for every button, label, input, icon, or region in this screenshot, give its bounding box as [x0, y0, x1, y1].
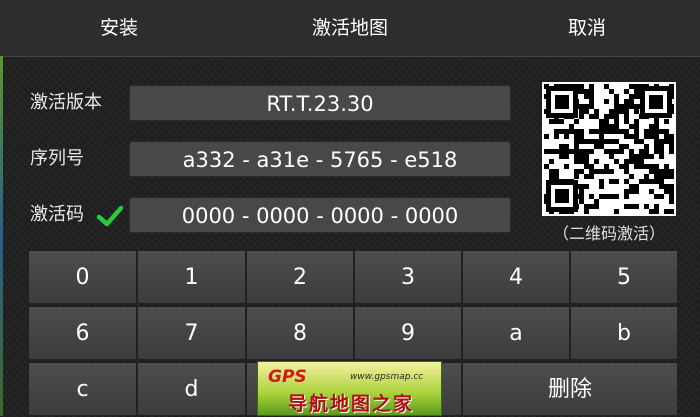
activation-code-field[interactable]: 0000 - 0000 - 0000 - 0000: [129, 197, 511, 233]
cancel-button[interactable]: 取消: [568, 0, 606, 56]
version-field: RT.T.23.30: [129, 85, 511, 121]
key-0[interactable]: 0: [28, 250, 137, 304]
key-d[interactable]: d: [137, 362, 246, 416]
key-b[interactable]: b: [570, 306, 678, 360]
banner-name: 导航地图之家: [287, 393, 414, 415]
key-5[interactable]: 5: [570, 250, 678, 304]
key-c[interactable]: c: [28, 362, 137, 416]
key-8[interactable]: 8: [246, 306, 354, 360]
top-bar: 安装 激活地图 取消: [0, 0, 700, 57]
serial-label: 序列号: [30, 148, 84, 169]
gpsmap-watermark-banner: GPS www.gpsmap.cc 导航地图之家: [257, 361, 442, 416]
window-edge: [0, 56, 3, 416]
qr-code-icon: [542, 82, 676, 216]
serial-field: a332 - a31e - 5765 - e518: [129, 141, 511, 177]
check-icon: [96, 205, 124, 227]
key-9[interactable]: 9: [354, 306, 462, 360]
delete-button[interactable]: 删除: [462, 362, 678, 416]
key-2[interactable]: 2: [246, 250, 354, 304]
key-6[interactable]: 6: [28, 306, 137, 360]
banner-logo: GPS: [268, 367, 307, 387]
version-label: 激活版本: [30, 92, 102, 113]
key-3[interactable]: 3: [354, 250, 462, 304]
key-a[interactable]: a: [462, 306, 570, 360]
key-7[interactable]: 7: [137, 306, 246, 360]
qr-caption: （二维码激活）: [552, 224, 665, 243]
key-1[interactable]: 1: [137, 250, 246, 304]
key-4[interactable]: 4: [462, 250, 570, 304]
activation-code-label: 激活码: [30, 204, 84, 225]
banner-url: www.gpsmap.cc: [350, 372, 424, 382]
